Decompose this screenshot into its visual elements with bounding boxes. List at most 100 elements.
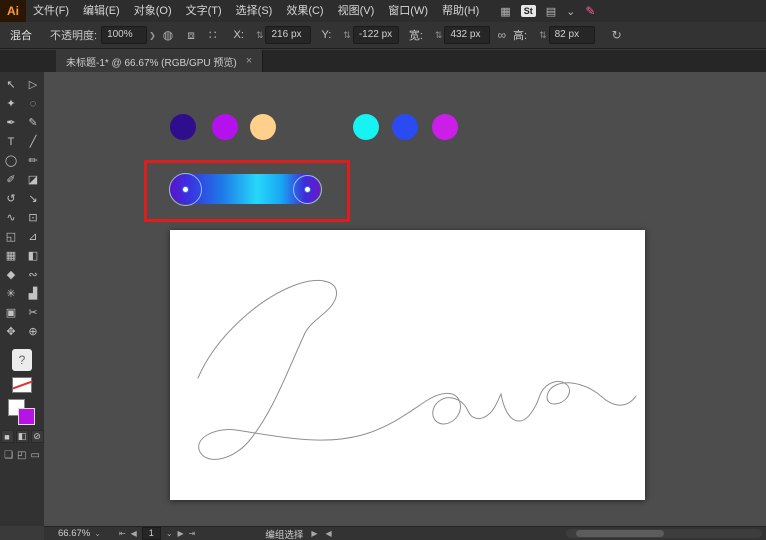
menu-edit[interactable]: 编辑(E) <box>76 0 127 22</box>
opacity-label: 不透明度: <box>50 30 98 42</box>
last-artboard-icon[interactable]: ⇥ <box>189 529 196 538</box>
color-circle-blue[interactable] <box>392 114 418 140</box>
width-input[interactable]: 432 px <box>444 26 491 44</box>
screen-mode-icon[interactable]: ▭ <box>30 450 39 461</box>
mesh-tool[interactable]: ▦ <box>0 246 22 265</box>
arrange-documents-icon[interactable]: ▦ <box>500 5 510 18</box>
help-panel-icon[interactable]: ? <box>12 349 32 371</box>
status-bar: 66.67% ⌄ ⇤ ◀ 1 ⌄ ▶ ⇥ 编组选择 ▶ ◀ <box>44 526 766 540</box>
gradient-tool[interactable]: ◧ <box>22 246 44 265</box>
scrollbar-thumb[interactable] <box>576 530 664 537</box>
menu-view[interactable]: 视图(V) <box>331 0 382 22</box>
menu-type[interactable]: 文字(T) <box>179 0 229 22</box>
ellipse-tool[interactable]: ◯ <box>0 151 22 170</box>
canvas[interactable] <box>44 72 766 526</box>
width-tool[interactable]: ∿ <box>0 208 22 227</box>
anchor-point-right[interactable] <box>304 186 311 193</box>
zoom-tool[interactable]: ⊕ <box>22 322 44 341</box>
x-input[interactable]: 216 px <box>265 26 312 44</box>
first-artboard-icon[interactable]: ⇤ <box>119 529 126 538</box>
artboard[interactable] <box>170 230 645 500</box>
selection-tool[interactable]: ↖ <box>0 75 22 94</box>
align-grid-icon[interactable]: ∷ <box>209 28 217 42</box>
blend-tool[interactable]: ∾ <box>22 265 44 284</box>
link-dimensions-icon[interactable]: ∞ <box>497 28 506 42</box>
zoom-level[interactable]: 66.67% <box>58 528 90 539</box>
zoom-chevron-icon[interactable]: ⌄ <box>94 529 101 538</box>
none-color-swatch[interactable] <box>12 377 32 393</box>
color-circle-cyan[interactable] <box>353 114 379 140</box>
none-button[interactable]: ⊘ <box>30 430 44 443</box>
color-circle-magenta[interactable] <box>432 114 458 140</box>
love-script-artwork <box>197 280 637 460</box>
gradient-button[interactable]: ◧ <box>15 430 29 443</box>
share-brush-icon[interactable]: ✎ <box>585 4 595 18</box>
pen-tool[interactable]: ✒ <box>0 113 22 132</box>
line-segment-tool[interactable]: ╱ <box>22 132 44 151</box>
y-input[interactable]: -122 px <box>352 26 399 44</box>
shape-builder-tool[interactable]: ◱ <box>0 227 22 246</box>
horizontal-scrollbar[interactable] <box>566 529 762 538</box>
prev-artboard-icon[interactable]: ◀ <box>131 529 137 538</box>
menu-object[interactable]: 对象(O) <box>127 0 179 22</box>
hand-tool[interactable]: ✥ <box>0 322 22 341</box>
tools-grid: ↖ ▷ ✦ ◌ ✒ ✎ T ╱ ◯ ✏ ✐ ◪ ↺ ↘ ∿ ⊡ ◱ ⊿ ▦ ◧ … <box>0 75 44 341</box>
width-stepper-icon[interactable]: ⇅ <box>435 30 443 41</box>
artboard-tool[interactable]: ▣ <box>0 303 22 322</box>
document-tab[interactable]: 未标题-1* @ 66.67% (RGB/GPU 预览) × <box>56 50 264 72</box>
free-transform-tool[interactable]: ⊡ <box>22 208 44 227</box>
selection-type-label: 混合 <box>10 30 32 42</box>
color-button[interactable]: ■ <box>0 430 14 443</box>
anchor-point-left[interactable] <box>182 186 189 193</box>
menu-file[interactable]: 文件(F) <box>26 0 76 22</box>
tab-close-icon[interactable]: × <box>246 55 252 67</box>
menu-effect[interactable]: 效果(C) <box>279 0 330 22</box>
rotate-tool[interactable]: ↺ <box>0 189 22 208</box>
stock-badge[interactable]: St <box>520 5 536 17</box>
status-arrow-left-icon[interactable]: ◀ <box>326 529 332 538</box>
color-circle-purple[interactable] <box>212 114 238 140</box>
document-tab-bar: 未标题-1* @ 66.67% (RGB/GPU 预览) × <box>0 50 766 73</box>
draw-inside-icon[interactable]: ◰ <box>17 450 26 461</box>
lasso-tool[interactable]: ◌ <box>22 94 44 113</box>
symbol-sprayer-tool[interactable]: ✳ <box>0 284 22 303</box>
scale-tool[interactable]: ↘ <box>22 189 44 208</box>
column-graph-tool[interactable]: ▟ <box>22 284 44 303</box>
type-tool[interactable]: T <box>0 132 22 151</box>
paintbrush-tool[interactable]: ✏ <box>22 151 44 170</box>
eyedropper-tool[interactable]: ◆ <box>0 265 22 284</box>
status-arrow-right-icon[interactable]: ▶ <box>311 529 317 538</box>
opacity-input[interactable]: 100% <box>101 26 148 44</box>
color-circle-indigo[interactable] <box>170 114 196 140</box>
draw-normal-icon[interactable]: ❏ <box>4 450 13 461</box>
y-stepper-icon[interactable]: ⇅ <box>343 30 351 41</box>
artboard-number[interactable]: 1 <box>141 527 161 540</box>
perspective-grid-tool[interactable]: ⊿ <box>22 227 44 246</box>
y-label: Y: <box>321 29 332 41</box>
eraser-tool[interactable]: ◪ <box>22 170 44 189</box>
x-stepper-icon[interactable]: ⇅ <box>256 30 264 41</box>
slice-tool[interactable]: ✂ <box>22 303 44 322</box>
love-script-path <box>197 280 637 460</box>
menu-select[interactable]: 选择(S) <box>229 0 280 22</box>
pattern-options-icon[interactable]: ⧈ <box>187 28 195 43</box>
transform-icon[interactable]: ↻ <box>612 28 622 42</box>
next-artboard-icon[interactable]: ▶ <box>178 529 184 538</box>
app-logo: Ai <box>0 0 26 22</box>
direct-selection-tool[interactable]: ▷ <box>22 75 44 94</box>
workspace-switcher-icon[interactable]: ▤ <box>546 5 556 18</box>
height-input[interactable]: 82 px <box>548 26 595 44</box>
height-stepper-icon[interactable]: ⇅ <box>539 30 547 41</box>
pencil-tool[interactable]: ✐ <box>0 170 22 189</box>
stroke-swatch[interactable] <box>18 408 35 425</box>
menu-window[interactable]: 窗口(W) <box>381 0 435 22</box>
magic-wand-tool[interactable]: ✦ <box>0 94 22 113</box>
curvature-tool[interactable]: ✎ <box>22 113 44 132</box>
menu-help[interactable]: 帮助(H) <box>435 0 486 22</box>
menubar-right-icons: ▦ St ▤ ⌄ ✎ <box>500 4 595 18</box>
recolor-artwork-icon[interactable]: ◍ <box>163 28 173 42</box>
color-circle-peach[interactable] <box>250 114 276 140</box>
opacity-chevron-icon[interactable]: ❯ <box>149 31 156 40</box>
chevron-down-icon[interactable]: ⌄ <box>566 5 575 18</box>
artboard-chevron-icon[interactable]: ⌄ <box>166 529 173 538</box>
